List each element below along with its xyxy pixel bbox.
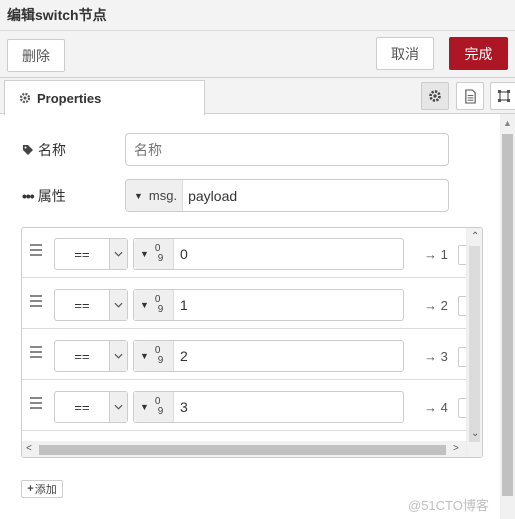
caret-down-icon: ▼ [140, 300, 149, 310]
watermark: @51CTO博客 [408, 498, 489, 513]
document-icon [464, 88, 476, 104]
property-label: 属性 [37, 188, 66, 204]
scroll-left-icon[interactable]: < [26, 443, 32, 454]
tag-icon [23, 145, 33, 155]
operator-value: == [74, 399, 90, 415]
plus-icon: + [27, 483, 34, 495]
output-port-label: → 1 [424, 247, 448, 262]
cancel-button[interactable]: 取消 [376, 37, 434, 70]
output-port-label: → 3 [424, 349, 448, 364]
chevron-down-icon[interactable] [109, 290, 127, 320]
operator-select[interactable]: == [54, 238, 128, 270]
drag-handle-icon[interactable] [30, 295, 42, 310]
name-label-row: 名称 [22, 140, 66, 160]
ellipsis-icon: ••• [22, 188, 35, 204]
rule-value-field[interactable]: ▼ 0 9 3 [133, 391, 404, 423]
rule-value-field[interactable]: ▼ 0 9 0 [133, 238, 404, 270]
drag-handle-icon[interactable] [30, 346, 42, 361]
done-button[interactable]: 完成 [449, 37, 508, 70]
drag-handle-icon[interactable] [30, 397, 42, 412]
name-input[interactable] [125, 133, 449, 166]
panel-scroll-thumb[interactable] [502, 134, 513, 496]
tab-label: Properties [37, 90, 102, 106]
chevron-down-icon[interactable] [109, 239, 127, 269]
operator-select[interactable]: == [54, 391, 128, 423]
operator-value: == [74, 297, 90, 313]
dialog-title: 编辑switch节点 [0, 0, 515, 31]
name-label: 名称 [38, 142, 66, 158]
operator-select[interactable]: == [54, 340, 128, 372]
rule-row: == ▼ 0 9 3 → 4 [22, 381, 472, 431]
caret-down-icon: ▼ [134, 190, 143, 201]
rule-row: == ▼ 0 9 2 → 3 [22, 330, 472, 380]
add-rule-button[interactable]: + 添加 [21, 480, 63, 498]
rule-row: == ▼ 0 9 1 → 2 [22, 279, 472, 329]
value-type-select[interactable]: ▼ 0 9 [134, 239, 174, 269]
value-type-select[interactable]: ▼ 0 9 [134, 341, 174, 371]
gear-icon [429, 90, 441, 102]
chevron-down-icon[interactable] [109, 341, 127, 371]
number-type-icon: 0 9 [154, 396, 164, 417]
gear-icon [19, 92, 31, 104]
tab-strip: Properties [0, 78, 515, 115]
scroll-up-icon[interactable]: ⌃ [471, 231, 479, 242]
description-tab-button[interactable] [456, 82, 484, 110]
rule-list-vscroll-thumb[interactable] [469, 246, 480, 442]
value-type-select[interactable]: ▼ 0 9 [134, 392, 174, 422]
property-field[interactable]: ▼ msg. payload [125, 179, 449, 212]
tab-properties[interactable]: Properties [4, 80, 205, 115]
rule-value-field[interactable]: ▼ 0 9 1 [133, 289, 404, 321]
number-type-icon: 0 9 [154, 243, 164, 264]
property-type-select[interactable]: ▼ msg. [126, 180, 184, 211]
settings-tab-button[interactable] [421, 82, 449, 110]
operator-value: == [74, 246, 90, 262]
number-type-icon: 0 9 [154, 345, 164, 366]
number-type-icon: 0 9 [154, 294, 164, 315]
action-bar: 删除 取消 完成 [0, 31, 515, 78]
rule-value: 2 [180, 348, 188, 364]
rule-list-hscroll-thumb[interactable] [39, 445, 446, 455]
property-label-row: ••• 属性 [22, 186, 66, 206]
chevron-down-icon[interactable] [109, 392, 127, 422]
operator-value: == [74, 348, 90, 364]
caret-down-icon: ▼ [140, 351, 149, 361]
caret-down-icon: ▼ [140, 249, 149, 259]
rule-value: 0 [180, 246, 188, 262]
caret-down-icon: ▼ [140, 402, 149, 412]
frame-icon [498, 90, 510, 102]
scroll-right-icon[interactable]: > [453, 443, 459, 454]
rule-row: == ▼ 0 9 0 → 1 [22, 228, 472, 278]
drag-handle-icon[interactable] [30, 244, 42, 259]
property-type: msg. [148, 188, 178, 203]
delete-button[interactable]: 删除 [7, 39, 65, 72]
appearance-tab-button[interactable] [490, 82, 515, 110]
output-port-label: → 4 [424, 400, 448, 415]
properties-panel: ▲ 名称 ••• 属性 ▼ msg. payload == ▼ 0 9 [0, 114, 515, 519]
rule-value-field[interactable]: ▼ 0 9 2 [133, 340, 404, 372]
add-label: 添加 [34, 484, 57, 496]
value-type-select[interactable]: ▼ 0 9 [134, 290, 174, 320]
rule-value: 1 [180, 297, 188, 313]
operator-select[interactable]: == [54, 289, 128, 321]
output-port-label: → 2 [424, 298, 448, 313]
rule-list: == ▼ 0 9 0 → 1 == ▼ 0 9 1 → 2 == ▼ 0 9 2… [21, 227, 483, 458]
property-value: payload [188, 187, 238, 204]
scroll-down-icon[interactable]: ⌄ [471, 428, 479, 439]
rule-value: 3 [180, 399, 188, 415]
scroll-up-icon[interactable]: ▲ [503, 118, 512, 128]
